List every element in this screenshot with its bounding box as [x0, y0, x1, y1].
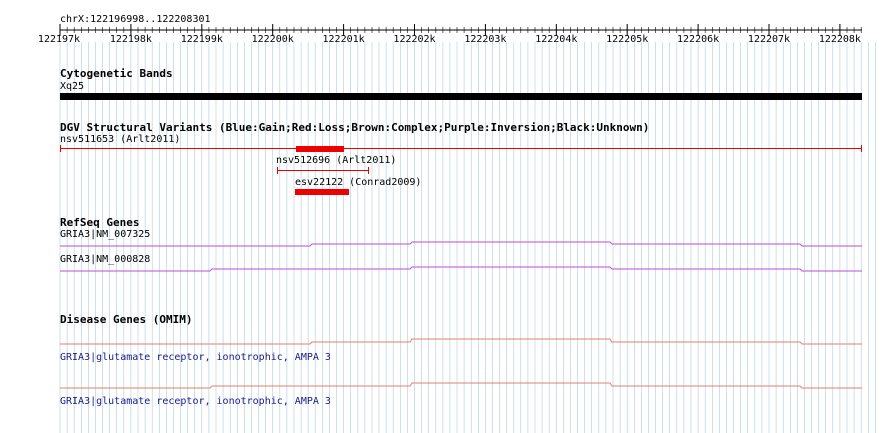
refseq-gene-line[interactable] [60, 238, 862, 248]
dgv-variant-label[interactable]: nsv511653 (Arlt2011) [60, 134, 180, 146]
ruler-tick-label: 122197k [37, 34, 81, 45]
ruler-tick-label: 122201k [322, 34, 365, 45]
ruler-tick-label: 122204k [535, 34, 578, 45]
ruler-tick-label: 122203k [464, 34, 507, 45]
ruler-tick-label: 122199k [180, 34, 223, 45]
dgv-track-title: DGV Structural Variants (Blue:Gain;Red:L… [60, 121, 650, 134]
cytoband-label[interactable]: Xq25 [60, 81, 84, 93]
dgv-variant-endcap [368, 167, 369, 174]
omim-gene-label[interactable]: GRIA3|glutamate receptor, ionotrophic, A… [60, 352, 331, 364]
cytoband-track-title: Cytogenetic Bands [60, 67, 173, 80]
dgv-variant-label[interactable]: esv22122 (Conrad2009) [295, 177, 421, 189]
refseq-track-title: RefSeq Genes [60, 216, 140, 229]
ruler-tick-label: 122208k [818, 34, 861, 45]
omim-track-title: Disease Genes (OMIM) [60, 313, 193, 326]
dgv-variant-line[interactable] [277, 170, 369, 171]
dgv-variant-label[interactable]: nsv512696 (Arlt2011) [276, 155, 396, 167]
dgv-variant-endcap [277, 167, 278, 174]
ruler-tick-label: 122206k [677, 34, 720, 45]
omim-gene-line[interactable] [60, 378, 862, 390]
cytoband-bar[interactable] [60, 93, 862, 100]
refseq-gene-line[interactable] [60, 263, 862, 273]
ruler-tick-label: 122205k [606, 34, 649, 45]
dgv-variant-endcap [60, 145, 61, 152]
dgv-variant-endcap [861, 145, 862, 152]
ruler-tick-label: 122200k [251, 34, 294, 45]
ruler-tick-label: 122198k [109, 34, 152, 45]
omim-gene-label[interactable]: GRIA3|glutamate receptor, ionotrophic, A… [60, 396, 331, 408]
ruler-range-label: chrX:122196998..122208301 [60, 14, 211, 25]
ruler-tick-label: 122207k [747, 34, 791, 45]
dgv-variant-block[interactable] [296, 146, 344, 152]
omim-gene-line[interactable] [60, 334, 862, 346]
ruler-tick-label: 122202k [393, 34, 436, 45]
dgv-variant-block[interactable] [295, 189, 349, 195]
dgv-variant-line[interactable] [60, 148, 862, 149]
